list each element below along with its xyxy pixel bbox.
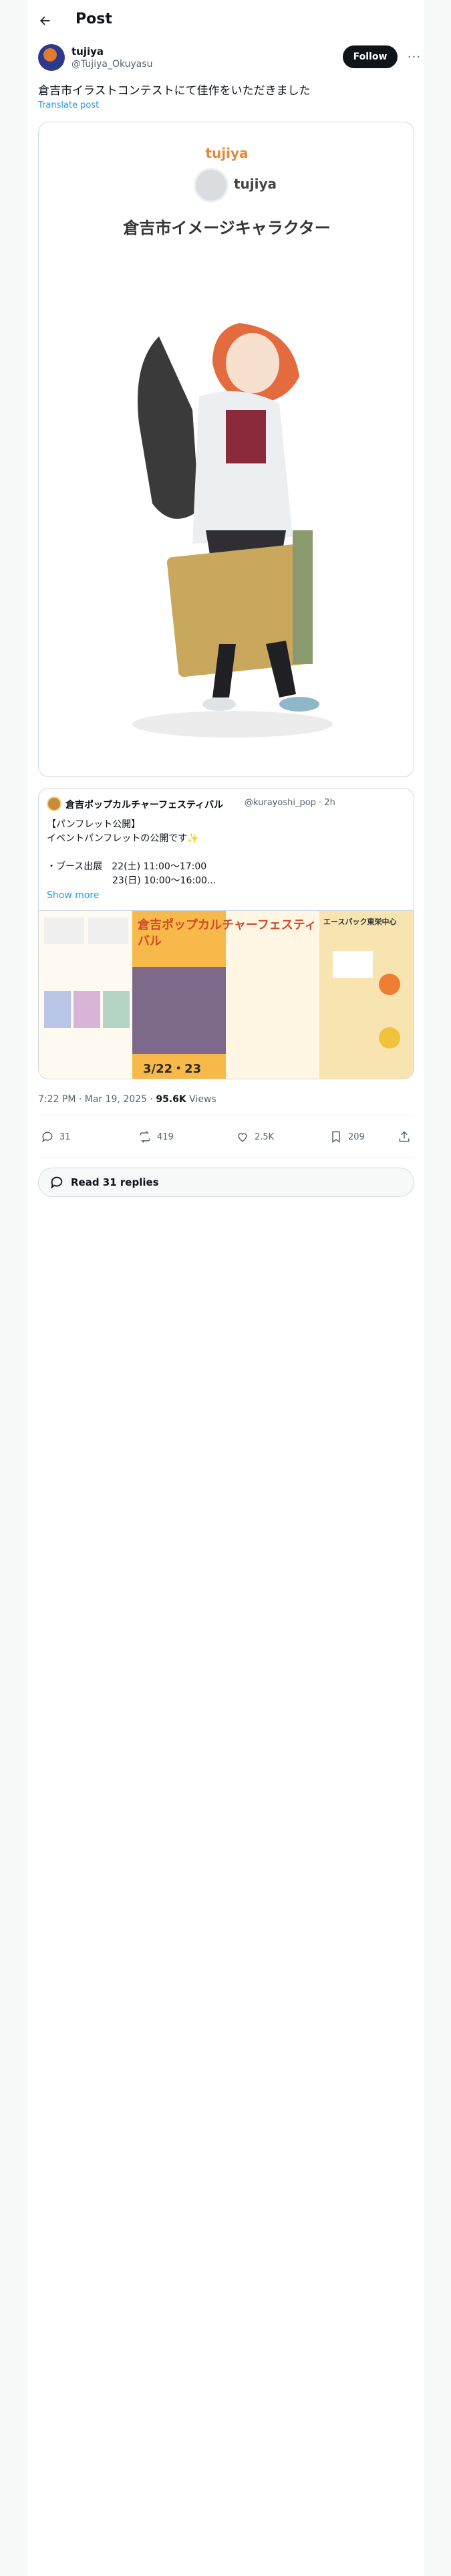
quoted-author-handle: @kurayoshi_pop · 2h [245, 798, 335, 808]
divider [38, 1157, 414, 1158]
quoted-post[interactable]: 倉吉ポップカルチャーフェスティバル @kurayoshi_pop · 2h 【パ… [38, 788, 414, 1079]
avatar[interactable] [38, 44, 65, 71]
post-time[interactable]: 7:22 PM · Mar 19, 2025 · [38, 1094, 156, 1105]
author-row: tujiya @Tujiya_Okuyasu Follow ··· [38, 44, 420, 74]
pamphlet-title: 倉吉ポップカルチャーフェスティバル [138, 918, 317, 948]
character-illustration [132, 323, 333, 738]
read-replies-label: Read 31 replies [71, 1176, 159, 1188]
reply-button[interactable]: 31 [41, 1129, 71, 1145]
bookmark-icon [332, 1131, 340, 1143]
post-actions: 31 419 2.5K 209 [38, 1121, 414, 1153]
repost-icon [140, 1131, 150, 1143]
reply-icon [42, 1132, 53, 1143]
reply-icon [51, 1176, 63, 1189]
share-button[interactable] [398, 1129, 411, 1145]
reply-count: 31 [59, 1132, 71, 1142]
pamphlet-map-title: エースパック東栄中心 [323, 918, 397, 926]
image-caption: 倉吉市イメージキャラクター [123, 219, 331, 237]
author-handle[interactable]: @Tujiya_Okuyasu [71, 59, 153, 70]
page-header: Post [27, 0, 425, 41]
image-artist-label: tujiya [205, 145, 249, 161]
post-image[interactable]: tujiya tujiya 倉吉市イメージキャラクター [38, 122, 414, 777]
post-text: 倉吉市イラストコンテストにて佳作をいただきました [38, 84, 311, 98]
quoted-avatar [47, 796, 61, 811]
quoted-post-image[interactable]: 倉吉ポップカルチャーフェスティバル 3/22・23 エースパック東栄中心 [39, 910, 414, 1079]
arrow-left-icon [40, 16, 50, 25]
like-count: 2.5K [255, 1132, 275, 1142]
translate-post-link[interactable]: Translate post [38, 100, 99, 110]
views-count: 95.6K [156, 1094, 186, 1105]
more-options-icon[interactable]: ··· [403, 45, 426, 68]
like-button[interactable]: 2.5K [236, 1129, 274, 1145]
repost-count: 419 [157, 1132, 174, 1142]
follow-button[interactable]: Follow [343, 45, 398, 68]
post-timestamp: 7:22 PM · Mar 19, 2025 · 95.6K Views [38, 1094, 216, 1105]
page-title: Post [76, 11, 112, 27]
read-replies-button[interactable]: Read 31 replies [38, 1168, 414, 1197]
quoted-author-name: 倉吉ポップカルチャーフェスティバル [65, 800, 224, 811]
heart-icon [238, 1133, 247, 1142]
bookmark-count: 209 [348, 1132, 365, 1142]
main-column: Post tujiya @Tujiya_Okuyasu Follow ··· 倉… [27, 0, 424, 2576]
views-label: Views [186, 1094, 216, 1105]
divider [38, 1115, 414, 1116]
artist-badge-icon [194, 168, 229, 203]
share-icon [399, 1131, 410, 1142]
pamphlet-dates: 3/22・23 [143, 1062, 202, 1076]
back-button[interactable] [33, 9, 57, 33]
quoted-post-text: 【パンフレット公開】 イベントパンフレットの公開です✨ ・ブース出展 22(土)… [47, 819, 216, 886]
repost-button[interactable]: 419 [138, 1129, 174, 1145]
author-name[interactable]: tujiya [71, 45, 104, 58]
show-more-link[interactable]: Show more [47, 890, 100, 901]
bookmark-button[interactable]: 209 [329, 1129, 365, 1145]
image-badge-name: tujiya [234, 176, 277, 192]
